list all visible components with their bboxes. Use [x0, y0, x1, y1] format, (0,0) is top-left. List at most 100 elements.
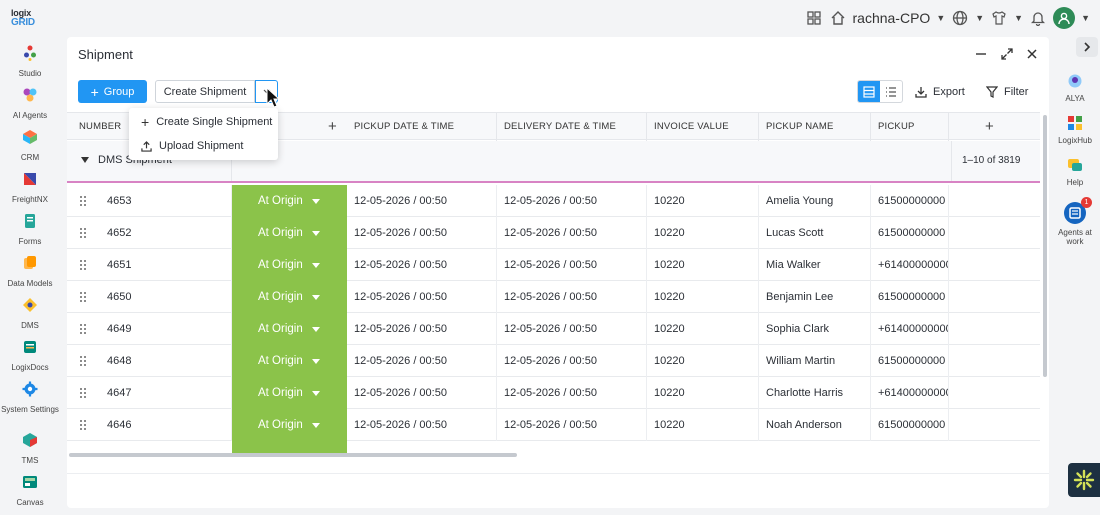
cell-delivery-date: 12-05-2026 / 00:50: [497, 377, 647, 409]
drag-handle-icon[interactable]: [79, 259, 87, 271]
status-dropdown[interactable]: At Origin: [232, 313, 347, 345]
apps-grid-icon[interactable]: [805, 9, 823, 27]
minimize-button[interactable]: [973, 46, 989, 62]
rightbar-item-help[interactable]: Help: [1050, 157, 1100, 187]
chevron-down-icon[interactable]: ▼: [1014, 13, 1023, 23]
notification-badge: 1: [1081, 197, 1092, 208]
avatar[interactable]: [1053, 7, 1076, 29]
cell-pickup-date: 12-05-2026 / 00:50: [347, 345, 497, 377]
chevron-down-icon[interactable]: ▼: [1081, 13, 1090, 23]
close-button[interactable]: [1024, 46, 1040, 62]
create-shipment-button[interactable]: Create Shipment: [155, 80, 255, 103]
cell-pickup-phone: +61400000000: [871, 377, 949, 409]
add-column-icon[interactable]: +: [328, 113, 337, 141]
sidebar-item-canvas[interactable]: Canvas: [0, 474, 60, 507]
sidebar-item-freightnx[interactable]: FreightNX: [0, 171, 60, 204]
drag-handle-icon[interactable]: [79, 291, 87, 303]
shirt-icon[interactable]: [990, 9, 1008, 27]
sidebar-item-crm[interactable]: CRM: [0, 129, 60, 162]
group-button[interactable]: + Group: [78, 80, 147, 103]
top-right-controls: rachna-CPO ▼ ▼ ▼ ▼: [805, 7, 1090, 29]
filter-button[interactable]: Filter: [986, 80, 1028, 103]
maximize-button[interactable]: [999, 46, 1015, 62]
sidebar-item-logixdocs[interactable]: LogixDocs: [0, 339, 60, 372]
cell-pickup-date: 12-05-2026 / 00:50: [347, 185, 497, 217]
cell-invoice-value: 10220: [647, 409, 759, 441]
vertical-scrollbar[interactable]: [1043, 115, 1047, 377]
table-row[interactable]: 4653 At Origin 12-05-2026 / 00:50 12-05-…: [67, 185, 1040, 217]
plus-icon: +: [90, 83, 99, 100]
status-dropdown[interactable]: At Origin: [232, 249, 347, 281]
sidebar-item-dms[interactable]: DMS: [0, 297, 60, 330]
drag-handle-icon[interactable]: [79, 227, 87, 239]
rightbar-item-logixhub[interactable]: LogixHub: [1050, 115, 1100, 145]
sidebar-item-tms[interactable]: TMS: [0, 432, 60, 465]
drag-handle-icon[interactable]: [79, 387, 87, 399]
chevron-down-icon[interactable]: ▼: [975, 13, 984, 23]
column-header-pickup-date[interactable]: PICKUP DATE & TIME: [347, 113, 497, 141]
menu-item-upload-shipment[interactable]: Upload Shipment: [129, 134, 278, 158]
home-icon[interactable]: [829, 9, 847, 27]
card-view-icon: [863, 85, 875, 98]
column-header-invoice-value[interactable]: INVOICE VALUE: [647, 113, 759, 141]
table-row[interactable]: 4649 At Origin 12-05-2026 / 00:50 12-05-…: [67, 313, 1040, 345]
cell-pickup-name: Mia Walker: [759, 249, 871, 281]
dms-icon: [23, 298, 37, 312]
bell-icon[interactable]: [1029, 9, 1047, 27]
status-dropdown[interactable]: At Origin: [232, 409, 347, 441]
drag-handle-icon[interactable]: [79, 419, 87, 431]
rightbar-item-agents-at-work[interactable]: 1 Agents at work: [1050, 197, 1100, 246]
chat-widget-button[interactable]: [1068, 463, 1100, 497]
caret-down-icon: [311, 198, 320, 204]
status-dropdown[interactable]: At Origin: [232, 281, 347, 313]
globe-icon[interactable]: [951, 9, 969, 27]
caret-down-icon: [311, 326, 320, 332]
caret-down-icon: [81, 157, 89, 163]
cell-delivery-date: 12-05-2026 / 00:50: [497, 217, 647, 249]
chevron-down-icon[interactable]: ▼: [936, 13, 945, 23]
cell-pickup-name: Sophia Clark: [759, 313, 871, 345]
export-button[interactable]: Export: [915, 80, 965, 103]
status-label: At Origin: [258, 291, 303, 303]
status-dropdown[interactable]: At Origin: [232, 377, 347, 409]
tms-icon: [23, 433, 37, 447]
close-icon: [1027, 49, 1037, 59]
table-row[interactable]: 4646 At Origin 12-05-2026 / 00:50 12-05-…: [67, 409, 1040, 441]
sidebar-item-data-models[interactable]: Data Models: [0, 255, 60, 288]
drag-handle-icon[interactable]: [79, 195, 87, 207]
cell-number: 4652: [100, 217, 232, 249]
column-header-pickup-phone[interactable]: PICKUP PHONE: [871, 113, 949, 160]
download-icon: [915, 86, 927, 98]
column-header-delivery-date[interactable]: DELIVERY DATE & TIME: [497, 113, 647, 141]
list-view-button[interactable]: [880, 81, 902, 102]
drag-handle-icon[interactable]: [79, 355, 87, 367]
app-logo[interactable]: logix GRID: [11, 8, 37, 28]
crm-icon: [23, 130, 37, 144]
sidebar-item-studio[interactable]: Studio: [0, 45, 60, 78]
rightbar-item-alya[interactable]: ALYA: [1050, 73, 1100, 103]
menu-item-create-single-shipment[interactable]: + Create Single Shipment: [129, 110, 278, 134]
horizontal-scrollbar[interactable]: [69, 453, 517, 457]
cell-pickup-phone: +61400000000: [871, 249, 949, 281]
drag-handle-icon[interactable]: [79, 323, 87, 335]
left-sidebar: Studio AI Agents CRM FreightNX Forms Dat…: [0, 36, 60, 515]
workspace-name[interactable]: rachna-CPO: [853, 10, 931, 26]
table-row[interactable]: 4651 At Origin 12-05-2026 / 00:50 12-05-…: [67, 249, 1040, 281]
minimize-icon: [976, 53, 986, 55]
sidebar-item-forms[interactable]: Forms: [0, 213, 60, 246]
cell-pickup-name: Benjamin Lee: [759, 281, 871, 313]
cell-pickup-date: 12-05-2026 / 00:50: [347, 217, 497, 249]
status-dropdown[interactable]: At Origin: [232, 217, 347, 249]
table-row[interactable]: 4647 At Origin 12-05-2026 / 00:50 12-05-…: [67, 377, 1040, 409]
status-dropdown[interactable]: At Origin: [232, 345, 347, 377]
card-view-button[interactable]: [858, 81, 880, 102]
cell-delivery-date: 12-05-2026 / 00:50: [497, 281, 647, 313]
sidebar-item-system-settings[interactable]: System Settings: [0, 381, 60, 414]
table-row[interactable]: 4652 At Origin 12-05-2026 / 00:50 12-05-…: [67, 217, 1040, 249]
status-dropdown[interactable]: At Origin: [232, 185, 347, 217]
table-row[interactable]: 4648 At Origin 12-05-2026 / 00:50 12-05-…: [67, 345, 1040, 377]
table-row[interactable]: 4650 At Origin 12-05-2026 / 00:50 12-05-…: [67, 281, 1040, 313]
sidebar-item-ai-agents[interactable]: AI Agents: [0, 87, 60, 120]
add-column-button[interactable]: +: [949, 113, 1040, 141]
column-header-pickup-name[interactable]: PICKUP NAME: [759, 113, 871, 141]
